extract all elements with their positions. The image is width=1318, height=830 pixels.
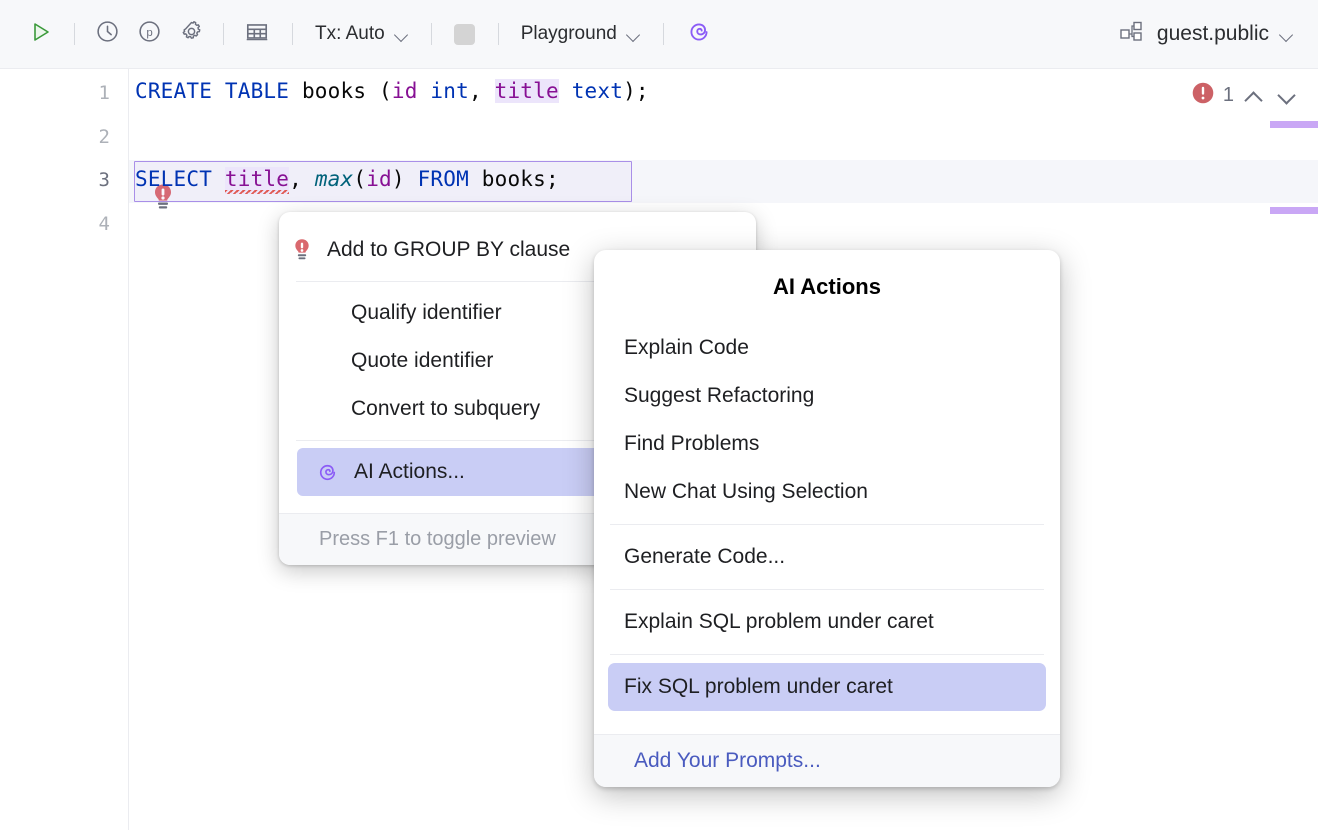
history-clock-icon [95,19,120,49]
gear-icon [179,19,204,49]
error-bulb-icon [291,238,313,263]
token-books-end: books; [469,167,559,191]
line-number-1: 1 [50,82,110,104]
token-id: id [392,79,418,103]
intention-item-label: Convert to subquery [351,397,540,421]
run-icon [29,20,53,49]
token-paren-close: ) [392,167,418,191]
intention-item-label: Quote identifier [351,349,493,373]
marker-stripe-2[interactable] [1270,207,1318,214]
code-line-3: SELECT title, max(id) FROM books; [135,167,559,191]
token-title: title [495,79,559,103]
chevron-down-icon [1280,30,1294,39]
line-number-4: 4 [50,213,110,235]
chevron-down-icon [627,30,641,39]
add-your-prompts-link[interactable]: Add Your Prompts... [634,749,821,773]
toolbar-divider-3 [292,23,293,45]
settings-button[interactable] [173,17,209,51]
ai-item-generate-code[interactable]: Generate Code... [594,533,1060,581]
ai-spiral-icon [315,460,340,485]
chevron-up-icon[interactable] [1241,83,1267,109]
intention-item-label: AI Actions... [354,460,465,484]
history-button[interactable] [89,17,125,51]
ai-item-new-chat-using-selection[interactable]: New Chat Using Selection [594,468,1060,516]
token-select: SELECT [135,167,212,191]
transaction-mode-label: Tx: Auto [315,23,385,45]
schema-chooser[interactable]: guest.public [1114,17,1300,51]
editor-gutter[interactable]: 1 2 3 4 [0,69,129,830]
database-schema-icon [1120,21,1146,48]
chevron-down-icon [395,30,409,39]
token-int: int [430,79,469,103]
token-close: ); [623,79,649,103]
ai-item-label: Explain SQL problem under caret [624,610,934,634]
line-number-3: 3 [50,169,110,191]
intention-footer-hint: Press F1 to toggle preview [319,528,556,551]
line-number-2: 2 [50,126,110,148]
token-from: FROM [418,167,469,191]
inspection-widget[interactable]: 1 [1190,80,1300,111]
token-space2 [418,79,431,103]
ai-item-label: Find Problems [624,432,759,456]
chevron-down-icon[interactable] [1274,83,1300,109]
ai-separator-3 [610,654,1044,655]
session-label: Playground [521,23,617,45]
ai-actions-popup[interactable]: AI Actions Explain Code Suggest Refactor… [594,250,1060,787]
profiler-button[interactable]: p [131,17,167,51]
token-space3 [559,79,572,103]
token-id2: id [366,167,392,191]
token-comma: , [469,79,495,103]
stop-square-icon [454,24,475,45]
toolbar-divider-6 [663,23,664,45]
ai-item-explain-code[interactable]: Explain Code [594,324,1060,372]
toolbar-divider-2 [223,23,224,45]
error-count: 1 [1223,84,1234,107]
ai-item-explain-sql-problem[interactable]: Explain SQL problem under caret [594,598,1060,646]
token-max: max [315,167,354,191]
ai-popup-footer[interactable]: Add Your Prompts... [594,734,1060,787]
svg-text:p: p [146,27,152,39]
error-circle-icon [1190,80,1216,111]
ai-assistant-button[interactable] [680,17,718,51]
code-line-1: CREATE TABLE books (id int, title text); [135,79,649,103]
run-button[interactable] [22,17,60,51]
token-create: CREATE [135,79,212,103]
table-button[interactable] [238,17,276,51]
marker-stripe-1[interactable] [1270,121,1318,128]
ai-spiral-icon [685,18,713,51]
ai-item-label: Generate Code... [624,545,785,569]
p-circle-icon: p [137,19,162,49]
token-paren-open: ( [353,167,366,191]
ai-item-suggest-refactoring[interactable]: Suggest Refactoring [594,372,1060,420]
ai-item-fix-sql-problem[interactable]: Fix SQL problem under caret [608,663,1046,711]
table-grid-icon [244,19,270,50]
ai-item-label: Explain Code [624,336,749,360]
ai-separator-2 [610,589,1044,590]
ai-actions-title: AI Actions [594,250,1060,324]
schema-label: guest.public [1157,22,1269,46]
token-space [212,79,225,103]
intention-item-label: Qualify identifier [351,301,502,325]
token-books-open: books ( [289,79,392,103]
main-toolbar: p Tx: Auto [0,0,1318,69]
ai-item-label: New Chat Using Selection [624,480,868,504]
ai-separator-1 [610,524,1044,525]
toolbar-divider-4 [431,23,432,45]
session-dropdown[interactable]: Playground [515,17,647,51]
token-text: text [572,79,623,103]
ai-item-label: Fix SQL problem under caret [624,675,893,699]
token-title-error: title [225,167,289,194]
token-comma2: , [289,167,315,191]
toolbar-divider-1 [74,23,75,45]
stop-button[interactable] [448,17,482,51]
toolbar-divider-5 [498,23,499,45]
intention-item-label: Add to GROUP BY clause [327,238,570,262]
ai-item-label: Suggest Refactoring [624,384,814,408]
token-table: TABLE [225,79,289,103]
token-sp1 [212,167,225,191]
transaction-mode-dropdown[interactable]: Tx: Auto [309,17,415,51]
ai-item-find-problems[interactable]: Find Problems [594,420,1060,468]
